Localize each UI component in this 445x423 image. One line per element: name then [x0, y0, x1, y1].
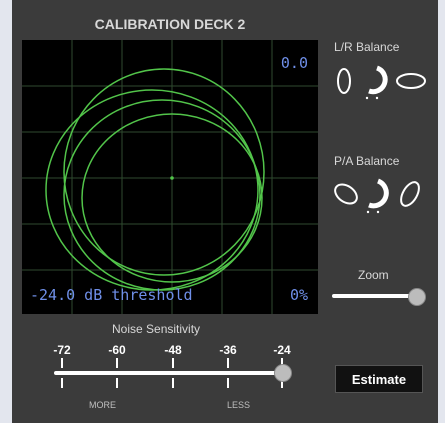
percent-readout: 0%	[289, 286, 308, 304]
noise-tick-mark	[61, 358, 63, 368]
zoom-label: Zoom	[358, 268, 389, 282]
noise-tick-label: -60	[108, 343, 126, 357]
noise-tick-mark	[172, 358, 174, 368]
noise-tick-label: -36	[219, 343, 237, 357]
deck-title: CALIBRATION DECK 2	[94, 16, 246, 32]
estimate-button[interactable]: Estimate	[335, 365, 423, 393]
noise-tick-mark	[116, 378, 118, 388]
noise-tick-mark	[227, 378, 229, 388]
noise-slider-track[interactable]	[54, 371, 286, 375]
lr-balance-label: L/R Balance	[334, 40, 400, 54]
level-readout: 0.0	[280, 54, 308, 72]
scope-center-dot	[170, 176, 174, 180]
oscilloscope-display: 0.0 -24.0 dB threshold 0%	[22, 40, 318, 314]
lr-balance-knob[interactable]	[365, 65, 388, 100]
noise-tick-label: -48	[164, 343, 182, 357]
ellipse-right-icon	[396, 73, 426, 89]
threshold-readout: -24.0 dB threshold	[30, 286, 193, 304]
noise-tick-label: -24	[273, 343, 291, 357]
ellipse-left-icon	[337, 68, 351, 94]
scope-trace	[45, 68, 265, 291]
noise-tick-mark	[172, 378, 174, 388]
zoom-slider-thumb[interactable]	[408, 288, 426, 306]
noise-slider-thumb[interactable]	[274, 364, 292, 382]
more-hint: MORE	[89, 400, 116, 410]
pa-balance-control[interactable]	[330, 172, 430, 232]
pa-balance-label: P/A Balance	[334, 154, 400, 168]
noise-tick-label: -72	[53, 343, 71, 357]
less-hint: LESS	[227, 400, 251, 410]
noise-tick-mark	[227, 358, 229, 368]
noise-tick-mark	[116, 358, 118, 368]
tilted-ellipse-right-icon	[400, 181, 420, 207]
tilted-ellipse-left-icon	[334, 183, 358, 205]
lr-balance-control[interactable]	[334, 56, 434, 116]
scope-svg	[22, 40, 318, 314]
noise-tick-mark	[61, 378, 63, 388]
pa-balance-knob[interactable]	[366, 178, 389, 214]
noise-sensitivity-label: Noise Sensitivity	[112, 322, 201, 336]
